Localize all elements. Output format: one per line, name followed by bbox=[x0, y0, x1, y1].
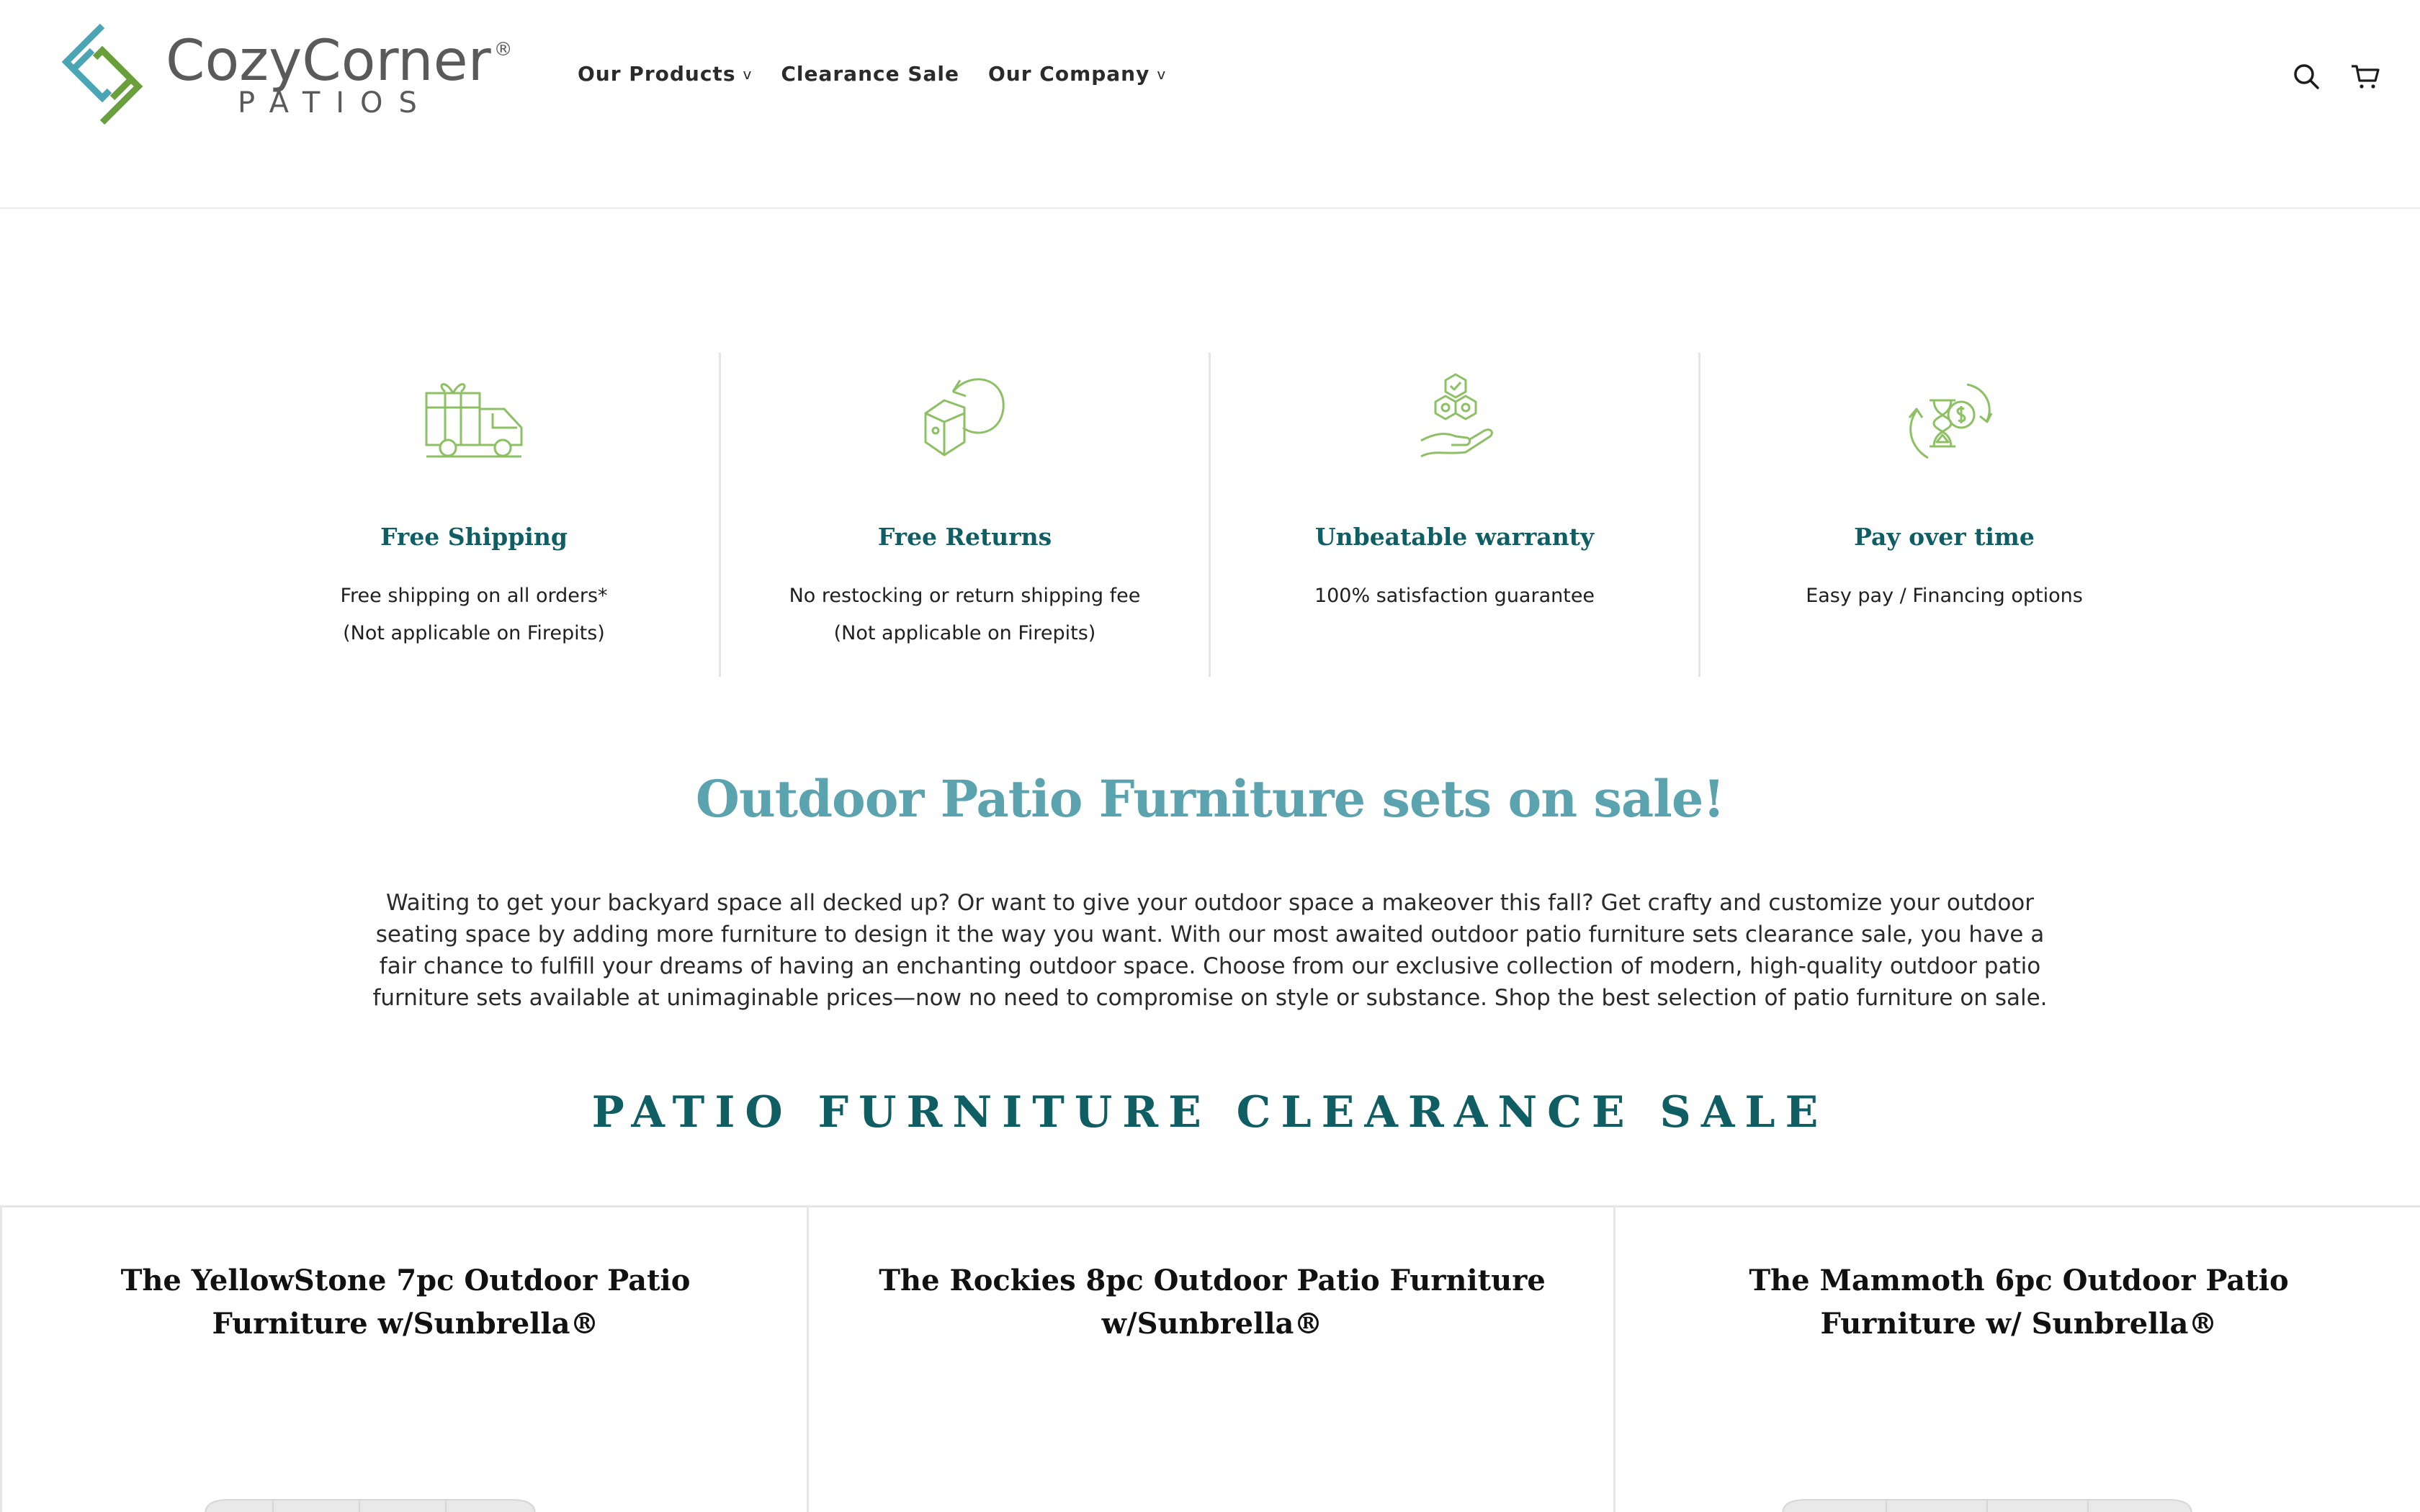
pay-over-time-icon bbox=[1908, 383, 1993, 459]
feature-free-returns: Free Returns No restocking or return shi… bbox=[719, 353, 1209, 677]
chevron-down-icon: v bbox=[1157, 65, 1167, 83]
nav-clearance-sale[interactable]: Clearance Sale bbox=[781, 62, 959, 86]
warranty-hand-icon bbox=[1420, 373, 1493, 458]
feature-title: Free Shipping bbox=[380, 523, 568, 551]
site-header: CozyCorner ® PATIOS Our Products v Clearan… bbox=[0, 0, 2420, 209]
feature-title: Pay over time bbox=[1854, 523, 2035, 551]
feature-note: (Not applicable on Firepits) bbox=[833, 622, 1096, 644]
return-box-icon bbox=[924, 378, 1005, 456]
promo-heading: Outdoor Patio Furniture sets on sale! bbox=[695, 769, 1725, 829]
feature-strip: Free Shipping Free shipping on all order… bbox=[229, 353, 2188, 677]
product-title[interactable]: The Rockies 8pc Outdoor Patio Furniture … bbox=[866, 1259, 1558, 1346]
product-image[interactable] bbox=[201, 1493, 539, 1512]
feature-text: No restocking or return shipping fee bbox=[789, 585, 1141, 607]
product-card[interactable]: The YellowStone 7pc Outdoor Patio Furnit… bbox=[0, 1207, 807, 1512]
chevron-down-icon: v bbox=[743, 65, 753, 83]
feature-free-shipping: Free Shipping Free shipping on all order… bbox=[229, 353, 719, 677]
main-nav: Our Products v Clearance Sale Our Company… bbox=[578, 62, 1166, 86]
logo-diamond-icon bbox=[61, 23, 143, 125]
logo-wordmark: CozyCorner ® bbox=[166, 29, 513, 94]
promo-description: Waiting to get your backyard space all d… bbox=[372, 890, 2048, 1011]
nav-our-company[interactable]: Our Company v bbox=[988, 62, 1166, 86]
product-grid: The YellowStone 7pc Outdoor Patio Furnit… bbox=[0, 1205, 2420, 1512]
feature-warranty: Unbeatable warranty 100% satisfaction gu… bbox=[1209, 353, 1698, 677]
product-title[interactable]: The YellowStone 7pc Outdoor Patio Furnit… bbox=[60, 1259, 751, 1346]
product-card[interactable]: The Rockies 8pc Outdoor Patio Furniture … bbox=[807, 1207, 1613, 1512]
feature-note: (Not applicable on Firepits) bbox=[343, 622, 605, 644]
feature-pay-over-time: Pay over time Easy pay / Financing optio… bbox=[1698, 353, 2188, 677]
product-card[interactable]: The Mammoth 6pc Outdoor Patio Furniture … bbox=[1613, 1207, 2420, 1512]
feature-text: Easy pay / Financing options bbox=[1806, 585, 2083, 607]
logo-subtitle: PATIOS bbox=[238, 86, 433, 120]
feature-title: Free Returns bbox=[877, 523, 1052, 551]
nav-our-products[interactable]: Our Products v bbox=[578, 62, 752, 86]
clearance-sale-heading: PATIO FURNITURE CLEARANCE SALE bbox=[591, 1087, 1829, 1138]
feature-text: Free shipping on all orders* bbox=[340, 585, 608, 607]
brand-logo[interactable]: CozyCorner ® PATIOS bbox=[52, 22, 513, 130]
delivery-truck-gift-icon bbox=[425, 383, 523, 458]
cart-icon[interactable] bbox=[2349, 60, 2381, 92]
feature-title: Unbeatable warranty bbox=[1314, 523, 1595, 551]
product-image[interactable] bbox=[1778, 1493, 2196, 1512]
feature-text: 100% satisfaction guarantee bbox=[1314, 585, 1595, 607]
product-title[interactable]: The Mammoth 6pc Outdoor Patio Furniture … bbox=[1673, 1259, 2365, 1346]
search-icon[interactable] bbox=[2290, 60, 2322, 92]
